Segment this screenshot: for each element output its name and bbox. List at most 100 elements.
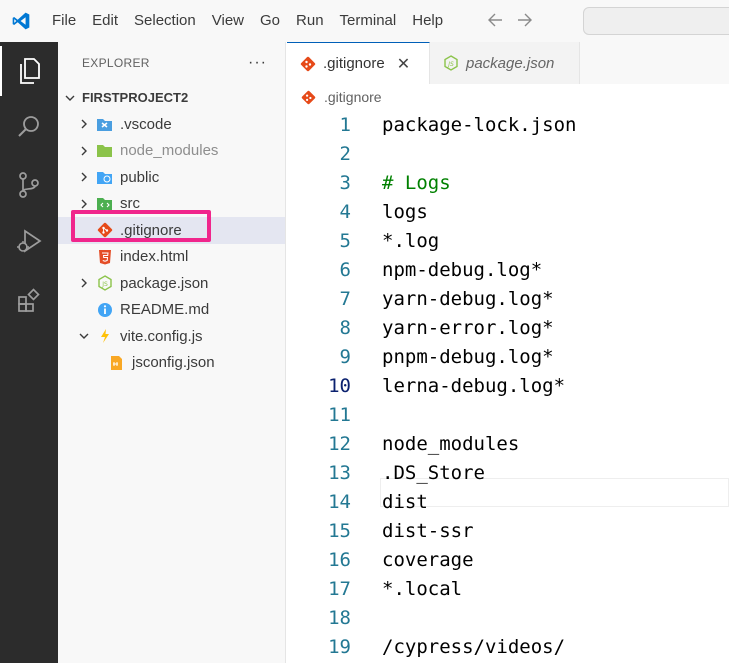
code-line[interactable]: 16 coverage (287, 545, 729, 574)
menu-selection[interactable]: Selection (126, 0, 204, 42)
code-text: /cypress/videos/ (382, 635, 566, 658)
node-folder-icon (96, 142, 113, 159)
tab-package-json[interactable]: JS package.json (430, 42, 580, 84)
code-comment: # Logs (382, 171, 451, 194)
code-line[interactable]: 12 node_modules (287, 429, 729, 458)
menu-bar: File Edit Selection View Go Run Terminal… (44, 0, 451, 42)
breadcrumb[interactable]: .gitignore (300, 86, 382, 108)
tree-item-vite-config[interactable]: vite.config.js (58, 323, 285, 350)
git-icon (300, 89, 317, 106)
code-line[interactable]: 5 *.log (287, 226, 729, 255)
code-line[interactable]: 11 (287, 400, 729, 429)
tree-item-src[interactable]: src (58, 191, 285, 218)
explorer-header: EXPLORER ··· (58, 42, 285, 84)
line-number: 10 (328, 374, 351, 397)
menu-help[interactable]: Help (404, 0, 451, 42)
code-line[interactable]: 8 yarn-error.log* (287, 313, 729, 342)
menu-run[interactable]: Run (288, 0, 332, 42)
line-number: 15 (328, 519, 351, 542)
code-line[interactable]: 1 package-lock.json (287, 110, 729, 139)
chevron-down-icon (64, 92, 76, 104)
explorer-files-icon[interactable] (0, 46, 58, 96)
close-icon[interactable]: ✕ (397, 54, 410, 74)
nodejs-icon: JS (96, 275, 113, 292)
json-config-icon (108, 354, 125, 371)
line-number: 11 (328, 403, 351, 426)
code-line[interactable]: 19/cypress/videos/ (287, 632, 729, 661)
git-icon (96, 222, 113, 239)
tree-item-readme[interactable]: README.md (58, 297, 285, 324)
line-number: 14 (328, 490, 351, 513)
title-bar: File Edit Selection View Go Run Terminal… (0, 0, 729, 42)
breadcrumb-file: .gitignore (324, 89, 382, 105)
tree-item-label: vite.config.js (120, 327, 203, 345)
code-line[interactable]: 9 pnpm-debug.log* (287, 342, 729, 371)
tree-item-label: README.md (120, 301, 210, 319)
tree-item-label: index.html (120, 248, 189, 266)
more-actions-icon[interactable]: ··· (248, 54, 267, 72)
menu-file[interactable]: File (44, 0, 84, 42)
tree-item-label: .gitignore (120, 221, 182, 239)
project-folder-row[interactable]: FIRSTPROJECT2 (58, 84, 285, 111)
line-number: 3 (339, 171, 351, 194)
navigation-arrows (487, 11, 533, 32)
tree-item-vscode[interactable]: .vscode (58, 111, 285, 138)
back-arrow-icon[interactable] (487, 11, 503, 32)
run-and-debug-icon[interactable] (0, 216, 58, 266)
code-line[interactable]: 15 dist-ssr (287, 516, 729, 545)
source-control-icon[interactable] (0, 160, 58, 210)
code-line[interactable]: 7 yarn-debug.log* (287, 284, 729, 313)
command-center-search[interactable] (583, 7, 729, 35)
code-text: package-lock.json (382, 113, 577, 136)
code-line[interactable]: 18 (287, 603, 729, 632)
tree-item-index-html[interactable]: index.html (58, 244, 285, 271)
code-line[interactable]: 14 dist (287, 487, 729, 516)
line-number: 17 (328, 577, 351, 600)
code-text: node_modules (382, 432, 520, 455)
line-number: 5 (339, 229, 351, 252)
explorer-title: EXPLORER (82, 56, 150, 70)
forward-arrow-icon[interactable] (517, 11, 533, 32)
vite-icon (96, 328, 113, 345)
extensions-icon[interactable] (0, 276, 58, 326)
nodejs-icon: JS (442, 55, 459, 72)
code-line[interactable]: 4 logs (287, 197, 729, 226)
tree-item-package-json[interactable]: JS package.json (58, 270, 285, 297)
code-line[interactable]: 17 *.local (287, 574, 729, 603)
line-number: 9 (339, 345, 351, 368)
code-line[interactable]: 6 npm-debug.log* (287, 255, 729, 284)
menu-go[interactable]: Go (252, 0, 288, 42)
menu-view[interactable]: View (204, 0, 252, 42)
line-number: 19 (328, 635, 351, 658)
code-text: lerna-debug.log* (382, 374, 566, 397)
tree-item-jsconfig[interactable]: jsconfig.json (58, 350, 285, 377)
info-icon (96, 301, 113, 318)
line-number: 16 (328, 548, 351, 571)
tree-item-gitignore[interactable]: .gitignore (58, 217, 285, 244)
chevron-right-icon (78, 145, 90, 157)
code-text: yarn-debug.log* (382, 287, 554, 310)
tree-item-public[interactable]: public (58, 164, 285, 191)
code-text: pnpm-debug.log* (382, 345, 554, 368)
line-number: 4 (339, 200, 351, 223)
menu-terminal[interactable]: Terminal (332, 0, 405, 42)
code-line[interactable]: 2 (287, 139, 729, 168)
search-icon[interactable] (0, 102, 58, 152)
vscode-logo-icon (0, 0, 42, 42)
menu-edit[interactable]: Edit (84, 0, 126, 42)
explorer-sidebar: EXPLORER ··· FIRSTPROJECT2 .vscode node_… (58, 42, 286, 663)
activity-bar (0, 42, 58, 663)
tab-gitignore[interactable]: .gitignore ✕ (287, 42, 430, 84)
code-editor[interactable]: 1 package-lock.json 2 3 # Logs 4 logs 5 *.lo… (287, 110, 729, 663)
tree-item-label: .vscode (120, 115, 172, 133)
code-line-current[interactable]: 10 lerna-debug.log* (287, 371, 729, 400)
line-number: 1 (339, 113, 351, 136)
code-text: yarn-error.log* (382, 316, 554, 339)
code-line[interactable]: 13 .DS_Store (287, 458, 729, 487)
src-folder-icon (96, 195, 113, 212)
line-number: 12 (328, 432, 351, 455)
tree-item-label: package.json (120, 274, 209, 292)
chevron-right-icon (78, 277, 90, 289)
tree-item-node-modules[interactable]: node_modules (58, 138, 285, 165)
code-line[interactable]: 3 # Logs (287, 168, 729, 197)
